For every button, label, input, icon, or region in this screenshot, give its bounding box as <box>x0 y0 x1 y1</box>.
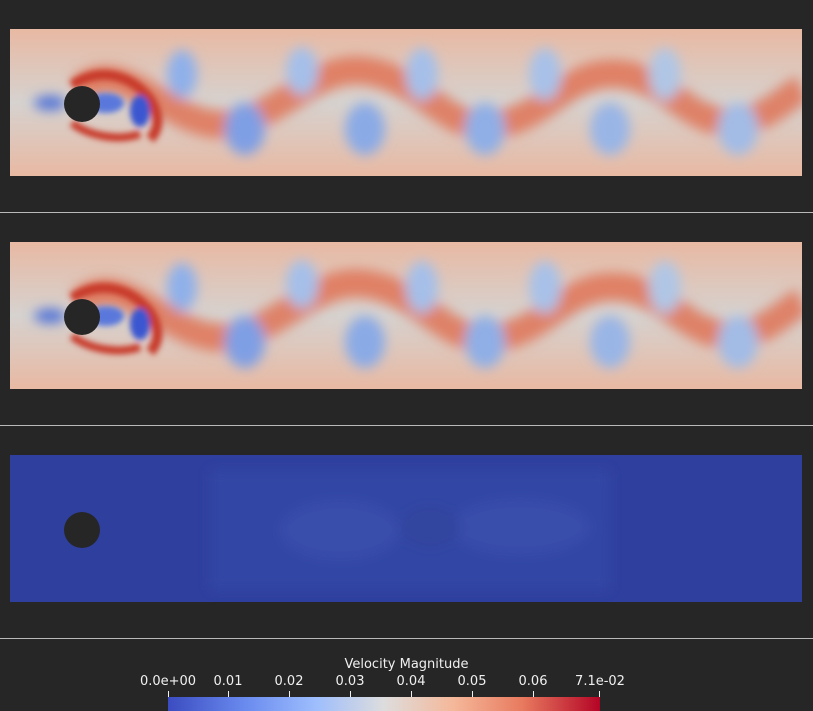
cylinder-obstacle <box>64 512 100 548</box>
colorbar-tick-label: 0.05 <box>457 674 487 689</box>
cylinder-obstacle <box>64 299 100 335</box>
colorbar-tick-label: 0.06 <box>518 674 548 689</box>
colorbar-title: Velocity Magnitude <box>344 657 469 672</box>
flow-field-middle[interactable] <box>10 242 802 389</box>
colorbar-gradient <box>168 697 600 711</box>
viewport-top[interactable] <box>0 0 813 212</box>
colorbar-tick-label: 0.01 <box>213 674 243 689</box>
velocity-plot-bottom <box>10 455 802 602</box>
flow-field-top[interactable] <box>10 29 802 176</box>
colorbar-legend[interactable]: Velocity Magnitude 0.0e+00 0.01 0.02 0.0… <box>0 639 813 711</box>
velocity-plot-top <box>10 29 802 176</box>
colorbar-tick-label: 0.02 <box>274 674 304 689</box>
viewport-bottom[interactable] <box>0 426 813 638</box>
colorbar-tick-label: 0.03 <box>335 674 365 689</box>
colorbar-tick-label: 7.1e-02 <box>575 674 625 689</box>
velocity-plot-middle <box>10 242 802 389</box>
cylinder-obstacle <box>64 86 100 122</box>
flow-field-bottom[interactable] <box>10 455 802 602</box>
colorbar-tick-label: 0.0e+00 <box>139 674 197 689</box>
colorbar-tick-label: 0.04 <box>396 674 426 689</box>
viewport-middle[interactable] <box>0 213 813 425</box>
